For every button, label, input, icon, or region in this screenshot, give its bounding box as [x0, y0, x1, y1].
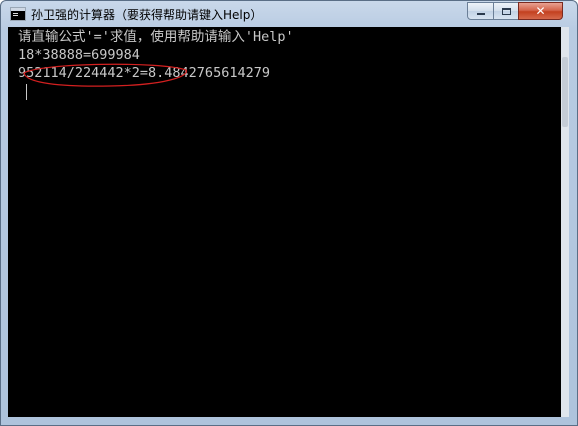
maximize-icon: [501, 7, 511, 15]
minimize-button[interactable]: [467, 2, 494, 20]
minimize-icon: [476, 13, 485, 15]
text-cursor: [26, 84, 27, 100]
close-icon: ✕: [535, 4, 546, 18]
console-output-area[interactable]: [8, 27, 561, 417]
console-app-icon[interactable]: [10, 7, 26, 21]
title-bar[interactable]: 孙卫强的计算器（要获得帮助请键入Help） ✕: [1, 1, 577, 28]
vertical-scrollbar[interactable]: [561, 27, 569, 417]
maximize-button[interactable]: [493, 2, 519, 20]
console-prompt-line: 请直输公式'='求值，使用帮助请输入'Help': [18, 29, 294, 45]
close-button[interactable]: ✕: [518, 2, 563, 20]
console-result-line: 18*38888=699984: [18, 47, 140, 63]
console-result-line: 952114/224442*2=8.4842765614279: [18, 65, 270, 81]
window-title: 孙卫强的计算器（要获得帮助请键入Help）: [31, 8, 263, 22]
scrollbar-thumb[interactable]: [562, 57, 568, 127]
